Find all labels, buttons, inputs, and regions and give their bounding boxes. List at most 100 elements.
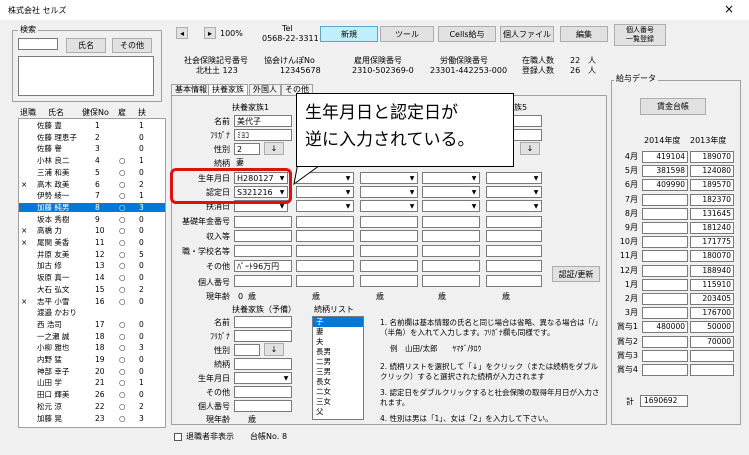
list-item[interactable]: × 高橋 力 10 ○ 0 — [19, 226, 165, 235]
list-item[interactable]: 加藤 純男 8 ○ 3 — [19, 202, 165, 212]
relation-list-item[interactable]: 二男 — [313, 357, 363, 367]
dep1-pension-input[interactable] — [234, 216, 292, 228]
dep1-job-input[interactable] — [234, 245, 292, 257]
list-item[interactable]: 大石 弘文 15 ○ 2 — [19, 285, 165, 294]
list-item[interactable]: 山田 学 21 ○ 1 — [19, 378, 165, 387]
dep3-pension-input[interactable] — [360, 216, 418, 228]
relation-list-item[interactable]: 長女 — [313, 377, 363, 387]
list-item[interactable]: 一之瀬 誠 18 ○ 0 — [19, 332, 165, 341]
dep4-pension-input[interactable] — [422, 216, 480, 228]
list-item[interactable]: 佐藤 理恵子 2 0 — [19, 133, 165, 142]
list-item[interactable]: 田口 輝美 26 ○ 0 — [19, 390, 165, 399]
chevron-down-icon[interactable]: ▼ — [281, 373, 291, 383]
dep2-job-input[interactable] — [296, 245, 354, 257]
chevron-down-icon[interactable]: ▼ — [407, 201, 417, 211]
spare-sex-input[interactable] — [234, 344, 260, 356]
register-list-button[interactable]: 個人番号 一覧登録 — [614, 24, 666, 46]
spare-mynumber-input[interactable] — [234, 400, 292, 412]
dep2-pension-input[interactable] — [296, 216, 354, 228]
dep5-income-input[interactable] — [486, 230, 542, 242]
dep1-income-input[interactable] — [234, 230, 292, 242]
list-item[interactable]: 渡邉 かおり — [19, 308, 165, 317]
tools-button[interactable]: ツール — [380, 26, 434, 42]
dep2-other-input[interactable] — [296, 260, 354, 272]
relation-list-item[interactable]: 子 — [313, 317, 363, 327]
relation-list-item[interactable]: 妻 — [313, 327, 363, 337]
dep5-down-button[interactable]: ↓ — [520, 142, 540, 155]
dep4-other-input[interactable] — [422, 260, 480, 272]
dep4-mynumber-input[interactable] — [422, 275, 480, 287]
dep3-birth-input[interactable]: ▼ — [360, 172, 418, 184]
list-item[interactable]: 井原 友美 12 ○ 5 — [19, 250, 165, 259]
dep3-remove-input[interactable]: ▼ — [360, 200, 418, 212]
list-item[interactable]: 三浦 和美 5 ○ 0 — [19, 168, 165, 177]
list-item[interactable]: 小林 良二 4 ○ 1 — [19, 156, 165, 165]
dep1-name-input[interactable]: 美代子 — [234, 115, 292, 127]
dep3-income-input[interactable] — [360, 230, 418, 242]
dep5-mynumber-input[interactable] — [486, 275, 542, 287]
dep4-cert-input[interactable]: ▼ — [422, 186, 480, 198]
dep4-job-input[interactable] — [422, 245, 480, 257]
list-item[interactable]: 加古 修 13 ○ 0 — [19, 261, 165, 270]
dep1-sex-input[interactable]: 2 — [234, 143, 260, 155]
dep5-remove-input[interactable]: ▼ — [486, 200, 542, 212]
list-item[interactable]: 佐藤 譽 3 0 — [19, 144, 165, 153]
cert-update-button[interactable]: 認証/更新 — [552, 266, 600, 282]
search-other-button[interactable]: その他 — [112, 38, 152, 53]
list-item[interactable]: 松元 涼 22 ○ 2 — [19, 402, 165, 411]
list-item[interactable]: 佐藤 豊 1 1 — [19, 121, 165, 130]
relation-list-item[interactable]: 長男 — [313, 347, 363, 357]
chevron-down-icon[interactable]: ▼ — [531, 173, 541, 183]
list-item[interactable]: 加藤 晃 23 ○ 3 — [19, 414, 165, 423]
dep2-income-input[interactable] — [296, 230, 354, 242]
list-item[interactable]: 小柳 雅也 18 ○ 3 — [19, 343, 165, 352]
chevron-down-icon[interactable]: ▼ — [531, 201, 541, 211]
dep3-other-input[interactable] — [360, 260, 418, 272]
relation-list-item[interactable]: 夫 — [313, 337, 363, 347]
dep4-birth-input[interactable]: ▼ — [422, 172, 480, 184]
chevron-down-icon[interactable]: ▼ — [343, 187, 353, 197]
list-item[interactable]: 坂本 秀樹 9 ○ 0 — [19, 215, 165, 224]
list-item[interactable]: × 志平 小雪 16 ○ 0 — [19, 297, 165, 306]
dep5-pension-input[interactable] — [486, 216, 542, 228]
personal-file-button[interactable]: 個人ファイル — [500, 26, 554, 42]
dep1-other-input[interactable]: ﾊﾟｰﾄ96万円 — [234, 260, 292, 272]
list-item[interactable]: × 尾関 美香 11 ○ 0 — [19, 238, 165, 247]
new-button[interactable]: 新規 — [320, 26, 378, 42]
chevron-down-icon[interactable]: ▼ — [531, 187, 541, 197]
chevron-down-icon[interactable]: ▼ — [407, 173, 417, 183]
chevron-down-icon[interactable]: ▼ — [469, 187, 479, 197]
relation-list[interactable]: 子妻夫長男 二男 三男 長女 二女 三女父 — [312, 316, 364, 420]
dep1-mynumber-input[interactable] — [234, 275, 292, 287]
chevron-down-icon[interactable]: ▼ — [407, 187, 417, 197]
dep1-kana-input[interactable]: ﾐﾖｺ — [234, 129, 292, 141]
list-item[interactable]: 神部 幸子 20 ○ 0 — [19, 367, 165, 376]
chevron-down-icon[interactable]: ▼ — [469, 201, 479, 211]
dep5-other-input[interactable] — [486, 260, 542, 272]
list-item[interactable]: 坂原 真一 14 ○ 0 — [19, 273, 165, 282]
spare-birth-input[interactable]: ▼ — [234, 372, 292, 384]
chevron-down-icon[interactable]: ▼ — [469, 173, 479, 183]
list-item[interactable]: 伊勢 綾一 7 ○ 1 — [19, 191, 165, 200]
tab-foreigner[interactable]: 外国人 — [249, 84, 281, 95]
employee-list[interactable]: 佐藤 豊 1 1 佐藤 理恵子 2 0 佐藤 譽 3 0 小林 良二 4 ○ 1 三浦 和美 5 ○ 0 × 高木 … — [18, 118, 166, 428]
dep2-mynumber-input[interactable] — [296, 275, 354, 287]
list-item[interactable]: 西 浩司 17 ○ 0 — [19, 320, 165, 329]
spare-other-input[interactable] — [234, 386, 292, 398]
chevron-down-icon[interactable]: ▼ — [343, 201, 353, 211]
edit-button[interactable]: 編集 — [560, 26, 608, 42]
dep5-cert-input[interactable]: ▼ — [486, 186, 542, 198]
relation-list-item[interactable]: 父 — [313, 407, 363, 417]
search-input[interactable] — [18, 38, 58, 50]
spare-relation-down-button[interactable]: ↓ — [264, 343, 284, 356]
dep4-income-input[interactable] — [422, 230, 480, 242]
spare-relation-input[interactable] — [234, 358, 292, 370]
spare-name-input[interactable] — [234, 316, 292, 328]
dep5-job-input[interactable] — [486, 245, 542, 257]
dep3-mynumber-input[interactable] — [360, 275, 418, 287]
nav-prev-button[interactable]: ◂ — [176, 27, 188, 39]
dep3-job-input[interactable] — [360, 245, 418, 257]
search-name-button[interactable]: 氏名 — [66, 38, 106, 53]
dep3-cert-input[interactable]: ▼ — [360, 186, 418, 198]
relation-list-item[interactable]: 三男 — [313, 367, 363, 377]
